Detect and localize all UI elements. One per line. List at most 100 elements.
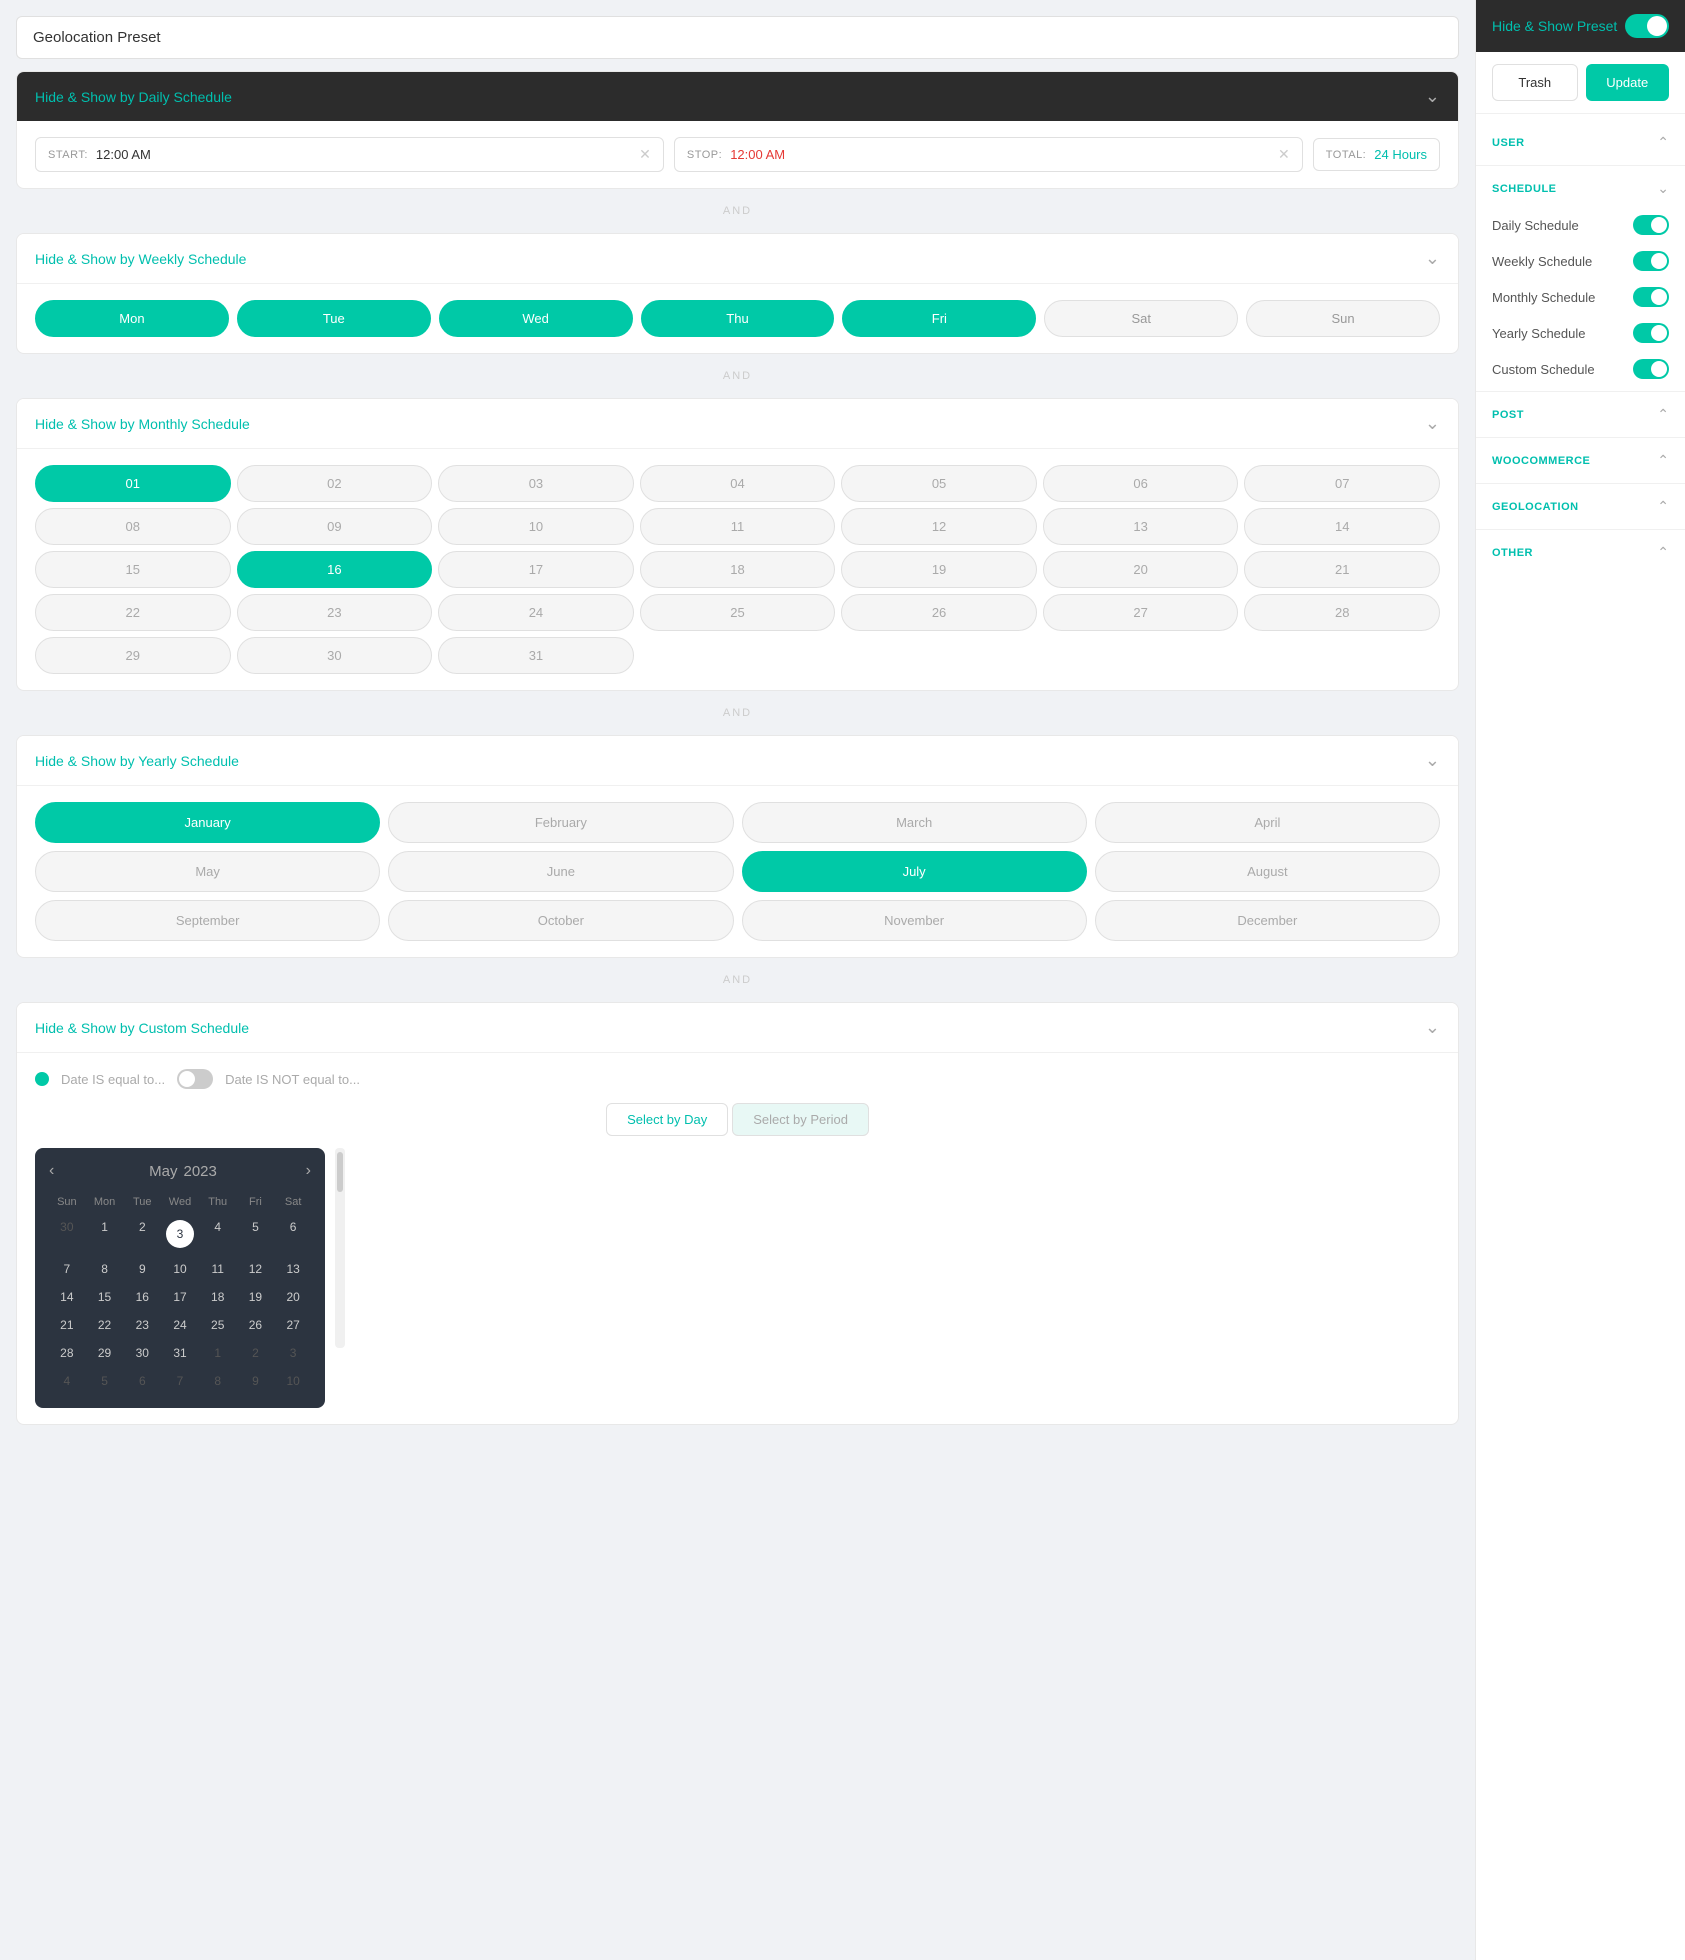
cal-day-24[interactable]: 24 (162, 1312, 198, 1338)
cal-day-19[interactable]: 19 (238, 1284, 274, 1310)
day-sun[interactable]: Sun (1246, 300, 1440, 337)
year-month-december[interactable]: December (1095, 900, 1440, 941)
year-month-march[interactable]: March (742, 802, 1087, 843)
cal-day-1-next[interactable]: 1 (200, 1340, 236, 1366)
select-by-day-tab[interactable]: Select by Day (606, 1103, 728, 1136)
cal-next-icon[interactable]: › (306, 1162, 311, 1180)
cal-day-2[interactable]: 2 (124, 1214, 160, 1254)
day-wed[interactable]: Wed (439, 300, 633, 337)
month-day-03[interactable]: 03 (438, 465, 634, 502)
cal-day-9[interactable]: 9 (124, 1256, 160, 1282)
month-day-06[interactable]: 06 (1043, 465, 1239, 502)
cal-day-29[interactable]: 29 (87, 1340, 123, 1366)
month-day-02[interactable]: 02 (237, 465, 433, 502)
stop-clear-icon[interactable]: ✕ (1278, 146, 1290, 163)
is-not-equal-toggle[interactable] (177, 1069, 213, 1089)
month-day-29[interactable]: 29 (35, 637, 231, 674)
month-day-26[interactable]: 26 (841, 594, 1037, 631)
day-thu[interactable]: Thu (641, 300, 835, 337)
month-day-31[interactable]: 31 (438, 637, 634, 674)
weekly-schedule-header[interactable]: Hide & Show by Weekly Schedule ⌄ (17, 234, 1458, 284)
stop-time-field[interactable]: STOP: 12:00 AM ✕ (674, 137, 1303, 172)
cal-day-14[interactable]: 14 (49, 1284, 85, 1310)
nav-custom-toggle[interactable] (1633, 359, 1669, 379)
nav-daily-toggle[interactable] (1633, 215, 1669, 235)
day-fri[interactable]: Fri (842, 300, 1036, 337)
nav-section-other[interactable]: OTHER ⌃ (1476, 534, 1685, 571)
nav-section-geolocation[interactable]: GEOLOCATION ⌃ (1476, 488, 1685, 525)
preset-toggle[interactable] (1625, 14, 1669, 38)
day-mon[interactable]: Mon (35, 300, 229, 337)
trash-button[interactable]: Trash (1492, 64, 1578, 101)
cal-day-30[interactable]: 30 (124, 1340, 160, 1366)
month-day-21[interactable]: 21 (1244, 551, 1440, 588)
month-day-12[interactable]: 12 (841, 508, 1037, 545)
yearly-schedule-header[interactable]: Hide & Show by Yearly Schedule ⌄ (17, 736, 1458, 786)
cal-day-8[interactable]: 8 (87, 1256, 123, 1282)
month-day-08[interactable]: 08 (35, 508, 231, 545)
cal-day-5[interactable]: 5 (238, 1214, 274, 1254)
month-day-05[interactable]: 05 (841, 465, 1037, 502)
cal-day-9-next[interactable]: 9 (238, 1368, 274, 1394)
update-button[interactable]: Update (1586, 64, 1670, 101)
year-month-july[interactable]: July (742, 851, 1087, 892)
month-day-24[interactable]: 24 (438, 594, 634, 631)
month-day-17[interactable]: 17 (438, 551, 634, 588)
month-day-18[interactable]: 18 (640, 551, 836, 588)
year-month-august[interactable]: August (1095, 851, 1440, 892)
cal-day-11[interactable]: 11 (200, 1256, 236, 1282)
cal-day-2-next[interactable]: 2 (238, 1340, 274, 1366)
cal-day-27[interactable]: 27 (275, 1312, 311, 1338)
cal-day-8-next[interactable]: 8 (200, 1368, 236, 1394)
cal-day-12[interactable]: 12 (238, 1256, 274, 1282)
start-clear-icon[interactable]: ✕ (639, 146, 651, 163)
cal-day-20[interactable]: 20 (275, 1284, 311, 1310)
month-day-07[interactable]: 07 (1244, 465, 1440, 502)
cal-day-1[interactable]: 1 (87, 1214, 123, 1254)
nav-section-user[interactable]: USER ⌃ (1476, 124, 1685, 161)
nav-section-post[interactable]: POST ⌃ (1476, 396, 1685, 433)
cal-day-15[interactable]: 15 (87, 1284, 123, 1310)
month-day-16[interactable]: 16 (237, 551, 433, 588)
day-sat[interactable]: Sat (1044, 300, 1238, 337)
daily-schedule-header[interactable]: Hide & Show by Daily Schedule ⌄ (17, 72, 1458, 121)
month-day-10[interactable]: 10 (438, 508, 634, 545)
month-day-14[interactable]: 14 (1244, 508, 1440, 545)
custom-schedule-header[interactable]: Hide & Show by Custom Schedule ⌄ (17, 1003, 1458, 1053)
month-day-19[interactable]: 19 (841, 551, 1037, 588)
cal-day-7-next[interactable]: 7 (162, 1368, 198, 1394)
year-month-june[interactable]: June (388, 851, 733, 892)
cal-day-16[interactable]: 16 (124, 1284, 160, 1310)
month-day-01[interactable]: 01 (35, 465, 231, 502)
month-day-20[interactable]: 20 (1043, 551, 1239, 588)
cal-day-30-prev[interactable]: 30 (49, 1214, 85, 1254)
start-time-field[interactable]: START: 12:00 AM ✕ (35, 137, 664, 172)
month-day-15[interactable]: 15 (35, 551, 231, 588)
year-month-november[interactable]: November (742, 900, 1087, 941)
cal-day-21[interactable]: 21 (49, 1312, 85, 1338)
nav-monthly-toggle[interactable] (1633, 287, 1669, 307)
month-day-11[interactable]: 11 (640, 508, 836, 545)
month-day-25[interactable]: 25 (640, 594, 836, 631)
year-month-october[interactable]: October (388, 900, 733, 941)
year-month-september[interactable]: September (35, 900, 380, 941)
monthly-schedule-header[interactable]: Hide & Show by Monthly Schedule ⌄ (17, 399, 1458, 449)
calendar-scrollbar[interactable] (335, 1148, 345, 1348)
year-month-january[interactable]: January (35, 802, 380, 843)
month-day-22[interactable]: 22 (35, 594, 231, 631)
cal-day-5-next[interactable]: 5 (87, 1368, 123, 1394)
year-month-may[interactable]: May (35, 851, 380, 892)
cal-day-17[interactable]: 17 (162, 1284, 198, 1310)
month-day-04[interactable]: 04 (640, 465, 836, 502)
year-month-april[interactable]: April (1095, 802, 1440, 843)
month-day-30[interactable]: 30 (237, 637, 433, 674)
nav-weekly-toggle[interactable] (1633, 251, 1669, 271)
cal-day-4-next[interactable]: 4 (49, 1368, 85, 1394)
cal-day-31[interactable]: 31 (162, 1340, 198, 1366)
cal-day-4[interactable]: 4 (200, 1214, 236, 1254)
cal-day-13[interactable]: 13 (275, 1256, 311, 1282)
month-day-27[interactable]: 27 (1043, 594, 1239, 631)
cal-day-3-next[interactable]: 3 (275, 1340, 311, 1366)
cal-day-26[interactable]: 26 (238, 1312, 274, 1338)
cal-day-7[interactable]: 7 (49, 1256, 85, 1282)
